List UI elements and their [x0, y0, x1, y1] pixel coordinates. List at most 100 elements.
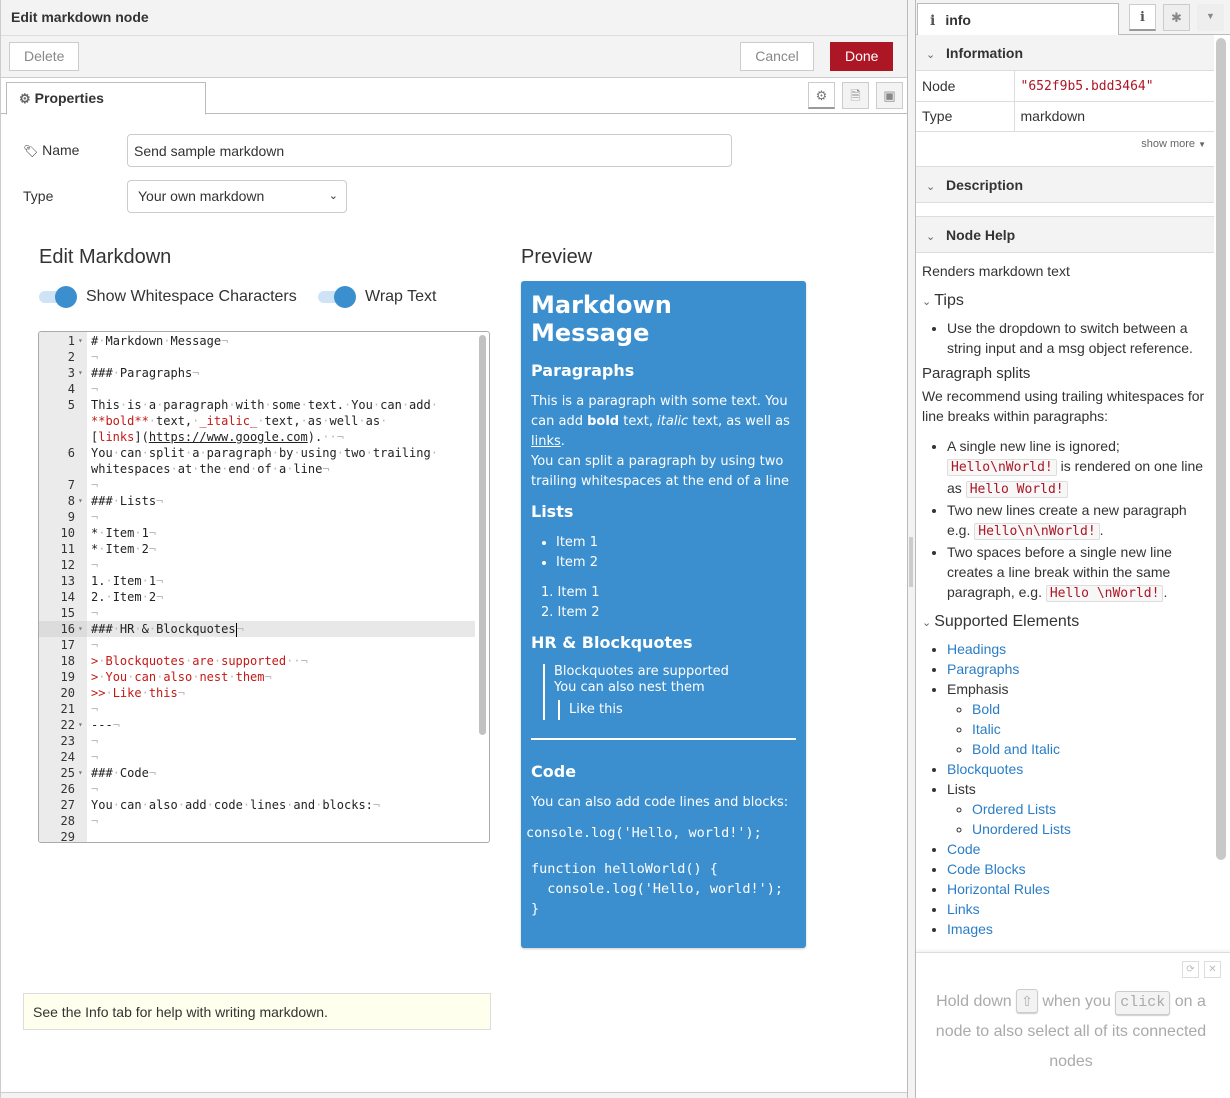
info-tab-button[interactable]: i: [1129, 4, 1156, 31]
editor-scrollbar[interactable]: [479, 335, 486, 735]
code-line[interactable]: 21 ¬: [39, 701, 475, 717]
code-line[interactable]: 24 ¬: [39, 749, 475, 765]
code-line[interactable]: 2 ¬: [39, 349, 475, 365]
appearance-tab-button[interactable]: ▣: [876, 82, 903, 109]
next-tip-button[interactable]: ⟳: [1182, 961, 1199, 978]
fold-arrow-icon[interactable]: ▾: [78, 621, 83, 637]
description-body: [916, 203, 1214, 217]
link-images[interactable]: Images: [947, 921, 993, 937]
settings-tab-button[interactable]: ⚙: [808, 82, 835, 109]
document-icon: 🗎: [850, 88, 861, 103]
link-horizontal-rules[interactable]: Horizontal Rules: [947, 881, 1050, 897]
edit-tray: Edit markdown node Delete Cancel Done ⚙ P…: [0, 0, 908, 1098]
link-ordered-lists[interactable]: Ordered Lists: [972, 801, 1056, 817]
fold-arrow-icon[interactable]: ▾: [78, 493, 83, 509]
code-text: ###·Code¬: [91, 766, 157, 780]
code-line[interactable]: 23 ¬: [39, 733, 475, 749]
code-line[interactable]: **bold**·text,·_italic_·text,·as·well·as…: [39, 413, 475, 429]
fold-arrow-icon[interactable]: ▾: [78, 365, 83, 381]
code-line[interactable]: [links](https://www.google.com).··¬: [39, 429, 475, 445]
preview-heading-paragraphs: Paragraphs: [531, 361, 635, 380]
link-bold-italic[interactable]: Bold and Italic: [972, 741, 1060, 757]
code-line[interactable]: 9 ¬: [39, 509, 475, 525]
splitter-grip[interactable]: [909, 537, 913, 587]
code-line[interactable]: 8 ▾ ###·Lists¬: [39, 493, 475, 509]
preview-link[interactable]: links: [531, 434, 561, 449]
code-line[interactable]: 27 You·can·also·add·code·lines·and·blocks…: [39, 797, 475, 813]
sidebar-splitter[interactable]: [908, 0, 915, 1098]
help-supported-heading[interactable]: ⌄ Supported Elements: [922, 612, 1208, 633]
section-information[interactable]: ⌄ Information: [916, 35, 1214, 71]
link-paragraphs[interactable]: Paragraphs: [947, 661, 1019, 677]
code-line[interactable]: 11 *·Item·2¬: [39, 541, 475, 557]
code-line[interactable]: 17 ¬: [39, 637, 475, 653]
sidebar-menu-button[interactable]: ▼: [1197, 4, 1224, 31]
code-line[interactable]: 4 ¬: [39, 381, 475, 397]
code-line[interactable]: 20 >>·Like·this¬: [39, 685, 475, 701]
tab-properties[interactable]: ⚙ Properties: [6, 82, 206, 115]
name-input[interactable]: [127, 134, 732, 167]
editor-lines[interactable]: 1 ▾ #·Markdown·Message¬ 2 ¬ 3 ▾ ###·Paragraphs¬…: [39, 333, 475, 842]
code-text: whitespaces·at·the·end·of·a·line¬: [91, 462, 330, 476]
tab-info[interactable]: i info: [917, 3, 1119, 36]
code-text: ¬: [91, 734, 99, 748]
code-line[interactable]: whitespaces·at·the·end·of·a·line¬: [39, 461, 475, 477]
list-item: Italic: [972, 719, 1208, 739]
code-line[interactable]: 28 ¬: [39, 813, 475, 829]
code-text: ###·Lists¬: [91, 494, 164, 508]
code-line[interactable]: 13 1.·Item·1¬: [39, 573, 475, 589]
fold-arrow-icon[interactable]: ▾: [78, 333, 83, 349]
link-headings[interactable]: Headings: [947, 641, 1006, 657]
line-number: 7: [67, 478, 75, 492]
node-id-value[interactable]: "652f9b5.bdd3464": [1014, 71, 1214, 102]
code-line[interactable]: 3 ▾ ###·Paragraphs¬: [39, 365, 475, 381]
code-line[interactable]: 6 You·can·split·a·paragraph·by·using·two·…: [39, 445, 475, 461]
code-line[interactable]: 12 ¬: [39, 557, 475, 573]
refresh-icon: ⟳: [1186, 964, 1195, 975]
sidebar-scrollbar[interactable]: [1216, 38, 1226, 860]
line-number: 11: [60, 542, 75, 556]
code-line[interactable]: 14 2.·Item·2¬: [39, 589, 475, 605]
link-links[interactable]: Links: [947, 901, 980, 917]
debug-tab-button[interactable]: ✱: [1163, 4, 1190, 31]
delete-button[interactable]: Delete: [9, 42, 79, 71]
code-text: ¬: [91, 638, 99, 652]
code-line[interactable]: 16 ▾ ###·HR·&·Blockquotes¬: [39, 621, 475, 637]
section-node-help[interactable]: ⌄ Node Help: [916, 216, 1214, 253]
section-description[interactable]: ⌄ Description: [916, 166, 1214, 203]
type-select[interactable]: Your own markdown ⌄: [127, 180, 347, 213]
cancel-button[interactable]: Cancel: [740, 42, 814, 71]
line-number: 4: [67, 382, 75, 396]
description-tab-button[interactable]: 🗎: [842, 82, 869, 109]
link-code[interactable]: Code: [947, 841, 980, 857]
done-button[interactable]: Done: [830, 42, 893, 71]
markdown-code-editor[interactable]: 1 ▾ #·Markdown·Message¬ 2 ¬ 3 ▾ ###·Paragraphs¬…: [38, 331, 490, 843]
link-bold[interactable]: Bold: [972, 701, 1000, 717]
tray-tabbar: ⚙ Properties ⚙ 🗎 ▣: [1, 78, 907, 115]
table-row: Type markdown: [916, 101, 1214, 132]
link-blockquotes[interactable]: Blockquotes: [947, 761, 1023, 777]
code-line[interactable]: 22 ▾ ---¬: [39, 717, 475, 733]
code-line[interactable]: 19 >·You·can·also·nest·them¬: [39, 669, 475, 685]
link-unordered-lists[interactable]: Unordered Lists: [972, 821, 1071, 837]
code-line[interactable]: 15 ¬: [39, 605, 475, 621]
code-line[interactable]: 10 *·Item·1¬: [39, 525, 475, 541]
fold-arrow-icon[interactable]: ▾: [78, 717, 83, 733]
code-line[interactable]: 26 ¬: [39, 781, 475, 797]
close-tip-button[interactable]: ✕: [1204, 961, 1221, 978]
preview-heading-code: Code: [531, 762, 577, 781]
link-code-blocks[interactable]: Code Blocks: [947, 861, 1026, 877]
code-line[interactable]: 5 This·is·a·paragraph·with·some·text.·You…: [39, 397, 475, 413]
code-line[interactable]: 18 >·Blockquotes·are·supported··¬: [39, 653, 475, 669]
show-more-link[interactable]: show more ▼: [916, 132, 1214, 167]
list-item: Item 2: [541, 603, 796, 623]
link-italic[interactable]: Italic: [972, 721, 1001, 737]
code-line[interactable]: 29: [39, 829, 475, 842]
code-line[interactable]: 25 ▾ ###·Code¬: [39, 765, 475, 781]
code-line[interactable]: 7 ¬: [39, 477, 475, 493]
line-number: 15: [60, 606, 75, 620]
chevron-down-icon: ⌄: [328, 190, 338, 202]
help-tips-heading[interactable]: ⌄ Tips: [922, 291, 1208, 312]
code-line[interactable]: 1 ▾ #·Markdown·Message¬: [39, 333, 475, 349]
fold-arrow-icon[interactable]: ▾: [78, 765, 83, 781]
